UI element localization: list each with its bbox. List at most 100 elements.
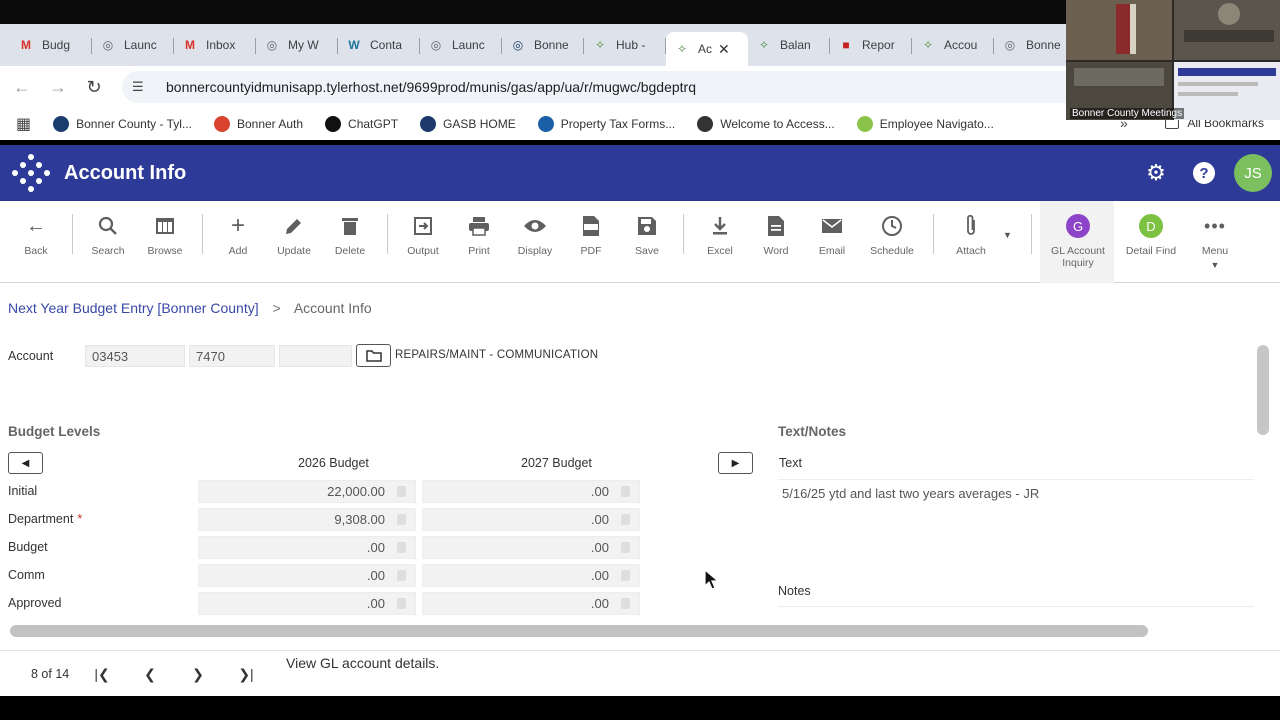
detail-find-button[interactable]: D Detail Find xyxy=(1123,211,1179,273)
prev-record-icon[interactable]: ❮ xyxy=(135,661,165,687)
menu-button[interactable]: ••• Menu ▼ xyxy=(1187,211,1243,273)
search-button[interactable]: Search xyxy=(80,211,136,273)
site-settings-icon[interactable]: ☰ xyxy=(132,79,152,95)
email-button[interactable]: Email xyxy=(804,211,860,273)
status-message: View GL account details. xyxy=(286,655,440,671)
budget-row-label-text: Initial xyxy=(8,484,38,498)
gl-inquiry-label: GL Account Inquiry xyxy=(1051,245,1105,269)
budget-amount-field[interactable]: .00 xyxy=(198,564,416,587)
horizontal-scrollbar[interactable] xyxy=(10,625,1148,637)
browser-tab[interactable]: ✧ Hub - xyxy=(584,29,666,61)
print-button[interactable]: Print xyxy=(451,211,507,273)
bookmark-item[interactable]: ChatGPT xyxy=(325,116,398,132)
bookmark-item[interactable]: Bonner Auth xyxy=(213,116,303,132)
budget-amount-field[interactable]: .00 xyxy=(198,592,416,615)
browser-tab[interactable]: M Inbox xyxy=(174,29,256,61)
output-button[interactable]: Output xyxy=(395,211,451,273)
budget-amount-field[interactable]: .00 xyxy=(198,536,416,559)
vertical-scrollbar[interactable] xyxy=(1257,345,1269,435)
budget-amount-field[interactable]: 22,000.00 xyxy=(198,480,416,503)
bookmark-favicon-icon xyxy=(420,116,437,132)
close-tab-icon[interactable]: ✕ xyxy=(718,41,730,58)
browser-back-icon[interactable]: ← xyxy=(4,69,40,105)
delete-button[interactable]: Delete xyxy=(322,211,378,273)
budget-amount-field[interactable]: 9,308.00 xyxy=(198,508,416,531)
schedule-button[interactable]: Schedule xyxy=(864,211,920,273)
next-year-button[interactable]: ▶ xyxy=(718,452,753,474)
help-icon[interactable]: ? xyxy=(1184,153,1224,193)
tyler-logo-icon[interactable] xyxy=(12,154,50,192)
account-description: REPAIRS/MAINT - COMMUNICATION xyxy=(395,349,599,361)
gmail-icon: M xyxy=(21,38,31,52)
bookmark-item[interactable]: Bonner County - Tyl... xyxy=(53,116,192,132)
account-lookup-button[interactable] xyxy=(356,344,391,367)
budget-amount-field[interactable]: .00 xyxy=(422,508,640,531)
bookmark-item[interactable]: Welcome to Access... xyxy=(697,116,835,132)
browser-tab[interactable]: ✧ Balan xyxy=(748,29,830,61)
account-org-field[interactable]: 03453 xyxy=(85,345,185,367)
tab-label: Hub - xyxy=(616,38,646,52)
account-project-field[interactable] xyxy=(279,345,352,367)
breadcrumb-parent-link[interactable]: Next Year Budget Entry [Bonner County] xyxy=(8,300,259,316)
budget-row-label: Budget xyxy=(8,540,48,554)
account-object-field[interactable]: 7470 xyxy=(189,345,275,367)
user-avatar[interactable]: JS xyxy=(1234,154,1272,192)
budget-amount-value: 22,000.00 xyxy=(327,484,385,499)
display-label: Display xyxy=(517,245,553,257)
browser-tab[interactable]: ◎ My W xyxy=(256,29,338,61)
excel-button[interactable]: Excel xyxy=(692,211,748,273)
tab-label: Budg xyxy=(42,38,71,52)
browse-button[interactable]: Browse xyxy=(137,211,193,273)
display-button[interactable]: Display xyxy=(507,211,563,273)
bookmark-label: Bonner County - Tyl... xyxy=(76,117,192,131)
settings-gear-icon[interactable]: ⚙ xyxy=(1136,153,1176,193)
update-button[interactable]: Update xyxy=(266,211,322,273)
browser-tab[interactable]: ◎ Launc xyxy=(420,29,502,61)
bookmark-item[interactable]: GASB HOME xyxy=(420,116,516,132)
lock-icon xyxy=(621,486,630,497)
budget-amount-value: .00 xyxy=(590,540,609,555)
prev-year-button[interactable]: ◀ xyxy=(8,452,43,474)
add-button[interactable]: + Add xyxy=(210,211,266,273)
next-record-icon[interactable]: ❯ xyxy=(183,661,213,687)
update-label: Update xyxy=(277,245,311,257)
budget-amount-field[interactable]: .00 xyxy=(422,480,640,503)
browser-tab[interactable]: W Conta xyxy=(338,29,420,61)
browser-forward-icon[interactable]: → xyxy=(40,69,76,105)
save-button[interactable]: Save xyxy=(619,211,675,273)
browser-tab[interactable]: ✧ Ac ✕ xyxy=(666,32,748,66)
browser-tab[interactable]: ◎ Bonne xyxy=(502,29,584,61)
apps-grid-icon[interactable]: ▦ xyxy=(16,114,31,134)
attach-dropdown-icon[interactable]: ▼ xyxy=(1003,230,1012,240)
text-field[interactable]: 5/16/25 ytd and last two years averages … xyxy=(778,479,1254,575)
meeting-video-overlay: Bonner County Meetings xyxy=(1066,0,1280,120)
lock-icon xyxy=(397,486,406,497)
last-record-icon[interactable]: ❯| xyxy=(231,661,261,687)
bookmark-favicon-icon xyxy=(697,116,714,132)
notes-field[interactable] xyxy=(778,606,1254,607)
browser-tab[interactable]: ◎ Bonne xyxy=(994,29,1076,61)
back-button[interactable]: ← Back xyxy=(8,211,64,273)
bookmark-item[interactable]: Property Tax Forms... xyxy=(537,116,675,132)
attach-button[interactable]: Attach xyxy=(943,211,999,273)
browser-tab[interactable]: M Budg xyxy=(10,29,92,61)
lock-icon xyxy=(621,542,630,553)
budget-amount-field[interactable]: .00 xyxy=(422,536,640,559)
budget-amount-value: .00 xyxy=(366,568,385,583)
envelope-icon xyxy=(821,211,843,241)
printer-icon xyxy=(468,211,490,241)
budget-amount-field[interactable]: .00 xyxy=(422,592,640,615)
browser-tab[interactable]: ✧ Accou xyxy=(912,29,994,61)
bookmark-item[interactable]: Employee Navigato... xyxy=(856,116,994,132)
pdf-button[interactable]: PDF xyxy=(563,211,619,273)
first-record-icon[interactable]: |❮ xyxy=(87,661,117,687)
reload-icon[interactable]: ↻ xyxy=(76,69,112,105)
word-button[interactable]: Word xyxy=(748,211,804,273)
browser-tab[interactable]: ◎ Launc xyxy=(92,29,174,61)
triangle-left-icon: ◀ xyxy=(21,457,30,469)
browser-tab[interactable]: ■ Repor xyxy=(830,29,912,61)
gl-account-inquiry-button[interactable]: G GL Account Inquiry xyxy=(1050,211,1106,273)
url-bar[interactable]: ☰ bonnercountyidmunisapp.tylerhost.net/9… xyxy=(122,71,1122,103)
gl-inquiry-icon: G xyxy=(1066,214,1090,238)
budget-amount-field[interactable]: .00 xyxy=(422,564,640,587)
